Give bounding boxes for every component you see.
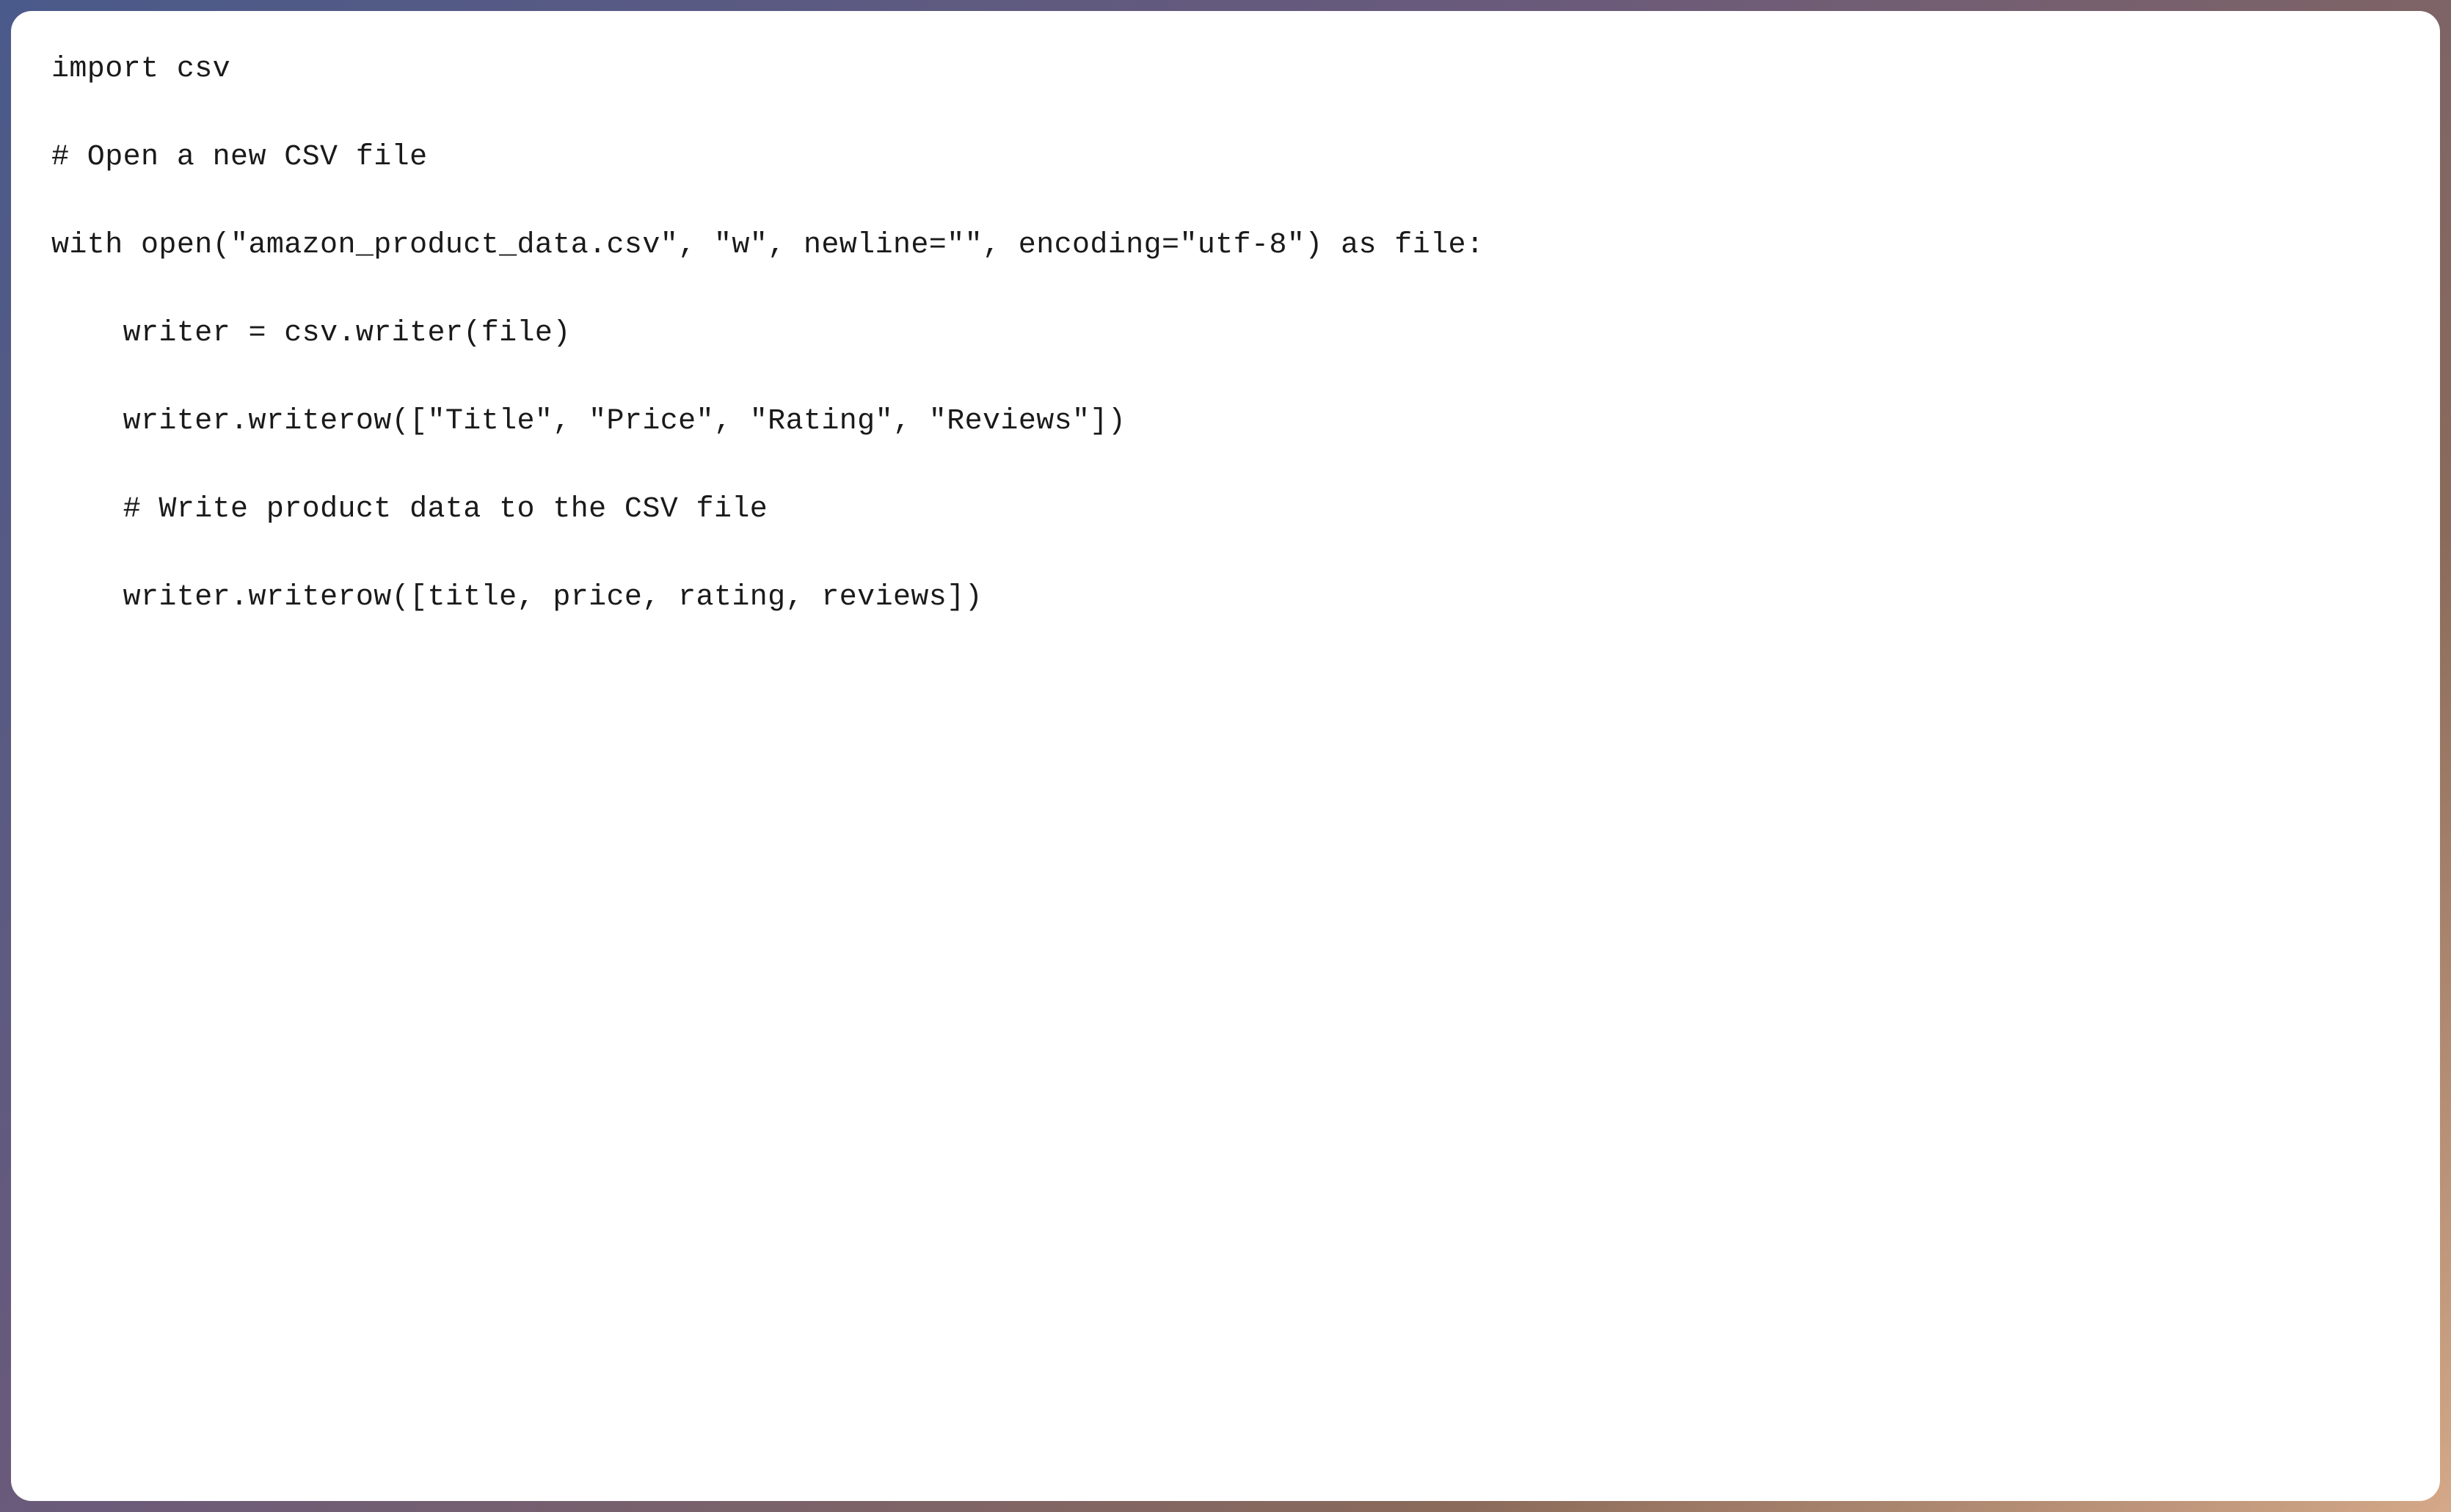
code-line-comment-open: # Open a new CSV file — [51, 141, 427, 174]
code-line-with-open: with open("amazon_product_data.csv", "w"… — [51, 229, 1484, 262]
code-line-writer-assign: writer = csv.writer(file) — [51, 317, 571, 350]
code-content: import csv # Open a new CSV file with op… — [51, 48, 2400, 620]
code-line-import: import csv — [51, 53, 230, 86]
code-block-container: import csv # Open a new CSV file with op… — [11, 11, 2440, 1501]
code-line-comment-write: # Write product data to the CSV file — [51, 493, 768, 526]
code-line-writerow-header: writer.writerow(["Title", "Price", "Rati… — [51, 405, 1126, 438]
code-line-writerow-data: writer.writerow([title, price, rating, r… — [51, 581, 983, 614]
